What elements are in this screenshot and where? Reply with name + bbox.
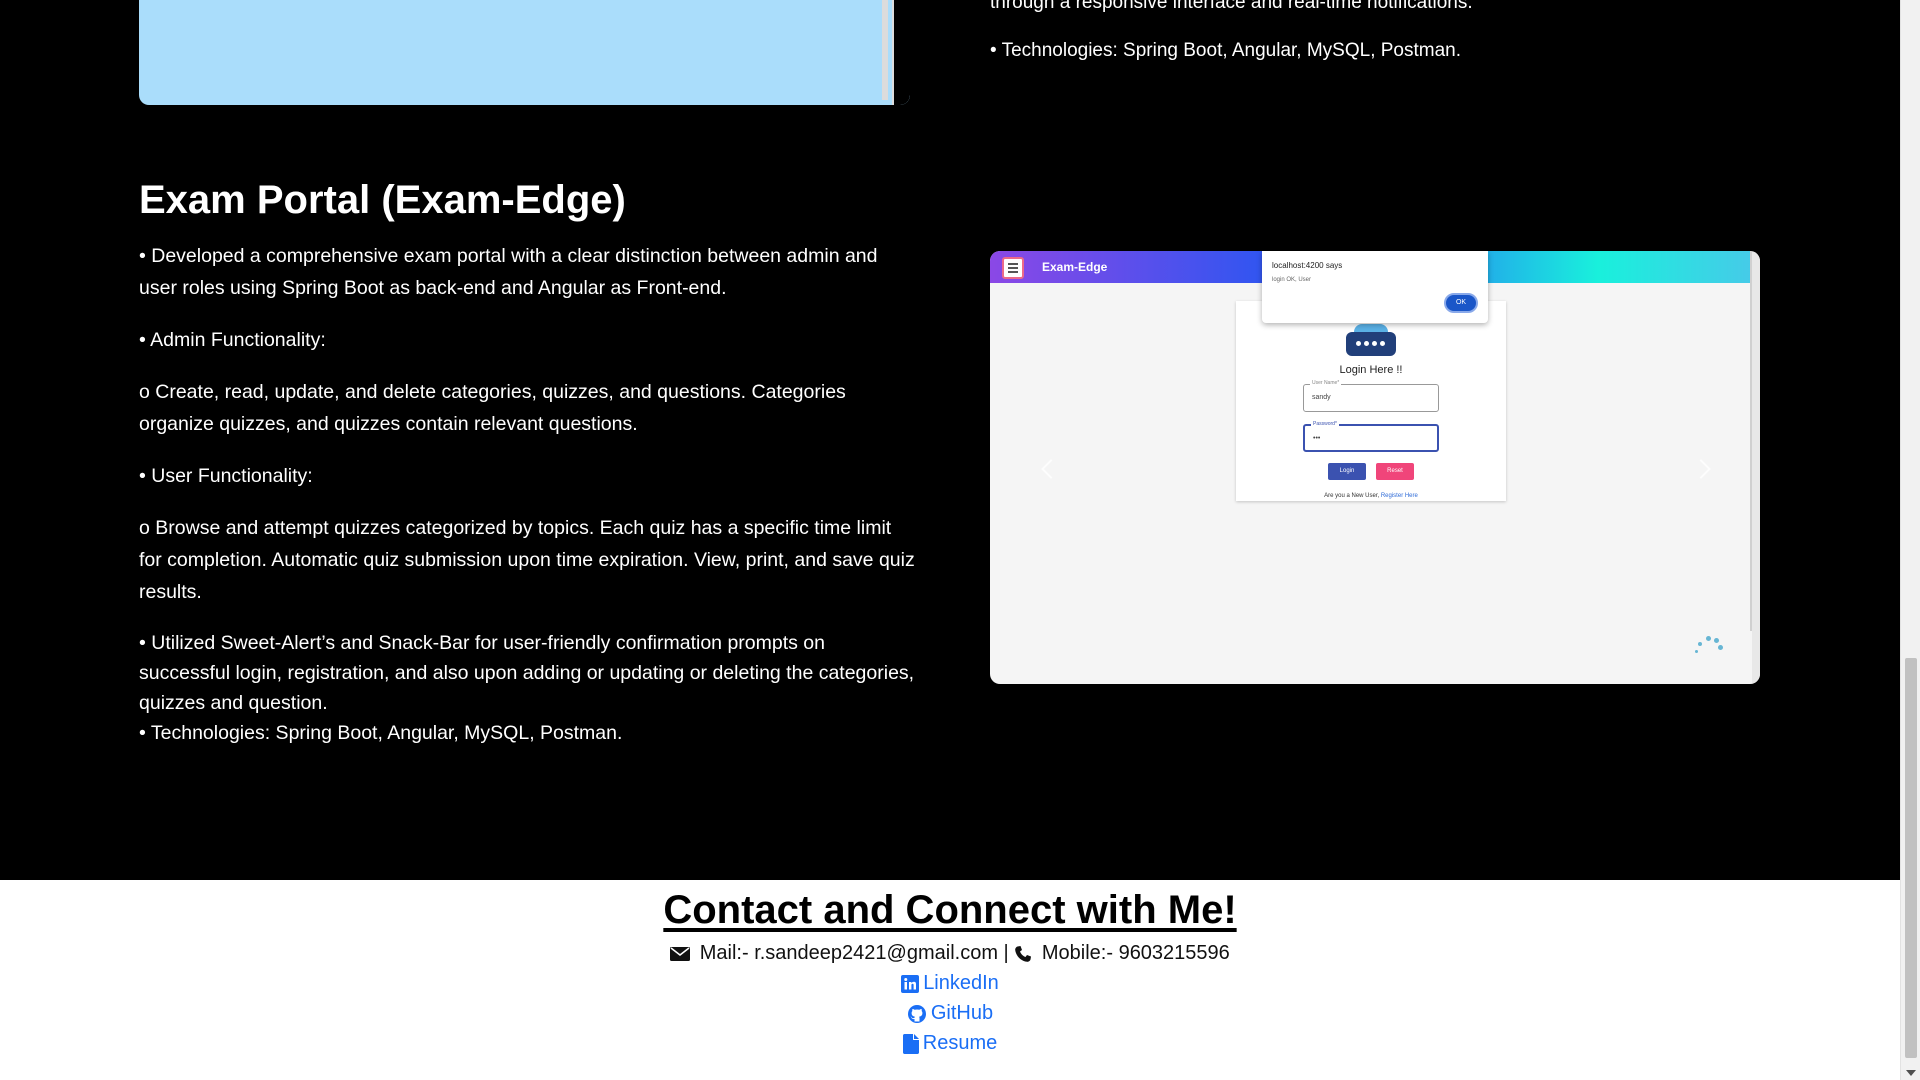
login-button: Login <box>1328 463 1366 480</box>
login-card: Login Here !! User Name* sandy Password*… <box>1236 301 1506 501</box>
linkedin-link[interactable]: LinkedIn <box>901 972 999 994</box>
phone-icon <box>1015 945 1032 962</box>
project-description: • Developed a comprehensive exam portal … <box>139 240 919 748</box>
carousel-prev-button[interactable] <box>1040 456 1056 484</box>
page-scrollbar[interactable] <box>1900 0 1920 1080</box>
register-text: Are you a New User, <box>1324 493 1380 499</box>
contact-info: Mail:- r.sandeep2421@gmail.com | Mobile:… <box>0 942 1900 965</box>
username-label: User Name* <box>1310 380 1342 386</box>
linkedin-icon <box>901 974 920 993</box>
github-label: GitHub <box>930 1002 994 1024</box>
scroll-down-arrow-icon[interactable] <box>1906 1070 1916 1076</box>
app-name: Exam-Edge <box>1042 260 1108 274</box>
resume-row: Resume <box>0 1032 1900 1055</box>
previous-project-text: through a responsive interface and real-… <box>990 0 1473 13</box>
description-paragraph: • Developed a comprehensive exam portal … <box>139 245 878 299</box>
previous-project-technologies: • Technologies: Spring Boot, Angular, My… <box>990 40 1462 61</box>
carousel-edge <box>1752 251 1760 684</box>
project-screenshot-carousel[interactable]: Exam-Edge Login Here !! User Name* sandy… <box>990 251 1760 684</box>
register-link: Register Here <box>1380 493 1418 499</box>
description-paragraph: • Admin Functionality: <box>139 329 326 351</box>
github-row: GitHub <box>0 1002 1900 1025</box>
contact-heading-text: Contact and Connect with Me! <box>663 888 1237 932</box>
technologies-line: • Technologies: Spring Boot, Angular, My… <box>139 722 623 744</box>
mobile-text: Mobile:- 9603215596 <box>1041 942 1230 964</box>
contact-separator: | <box>1003 942 1009 964</box>
contact-footer: Contact and Connect with Me! Mail:- r.sa… <box>0 880 1900 1080</box>
previous-project-preview <box>139 0 910 105</box>
resume-link[interactable]: Resume <box>902 1032 998 1054</box>
file-icon <box>902 1033 919 1054</box>
loading-spinner-icon <box>1694 634 1724 658</box>
github-link[interactable]: GitHub <box>907 1002 993 1024</box>
envelope-icon <box>670 946 691 961</box>
preview-scrollbar[interactable] <box>882 0 888 100</box>
portfolio-page: through a responsive interface and real-… <box>0 0 1900 1080</box>
reset-button: Reset <box>1376 463 1414 480</box>
project-title: Exam Portal (Exam-Edge) <box>139 178 626 222</box>
password-value: ••• <box>1313 435 1321 442</box>
password-field: Password* ••• <box>1303 421 1439 452</box>
contact-heading: Contact and Connect with Me! <box>0 888 1900 933</box>
github-icon <box>907 1004 926 1023</box>
mail-text: Mail:- r.sandeep2421@gmail.com <box>699 942 998 964</box>
description-paragraph: o Create, read, update, and delete categ… <box>139 381 846 435</box>
login-lock-icon <box>1346 324 1396 356</box>
resume-label: Resume <box>922 1032 998 1054</box>
linkedin-label: LinkedIn <box>923 972 999 994</box>
description-paragraph: • User Functionality: <box>139 465 313 487</box>
linkedin-row: LinkedIn <box>0 972 1900 995</box>
scrollbar-thumb[interactable] <box>1905 658 1917 1058</box>
preview-edge <box>892 0 910 105</box>
username-field: User Name* sandy <box>1303 380 1439 412</box>
alert-message: login OK, User <box>1272 277 1312 283</box>
description-paragraph: • Utilized Sweet-Alert’s and Snack-Bar f… <box>139 632 915 714</box>
password-label: Password* <box>1311 421 1339 427</box>
login-heading: Login Here !! <box>1339 364 1403 376</box>
register-prompt: Are you a New User, Register Here <box>1236 493 1506 499</box>
alert-ok-button: OK <box>1444 293 1478 313</box>
browser-alert: localhost:4200 says login OK, User OK <box>1262 251 1488 323</box>
app-logo-icon <box>1002 257 1024 279</box>
username-value: sandy <box>1312 394 1331 401</box>
carousel-next-button[interactable] <box>1694 456 1710 484</box>
alert-title: localhost:4200 says <box>1272 261 1343 270</box>
description-paragraph: o Browse and attempt quizzes categorized… <box>139 517 915 603</box>
